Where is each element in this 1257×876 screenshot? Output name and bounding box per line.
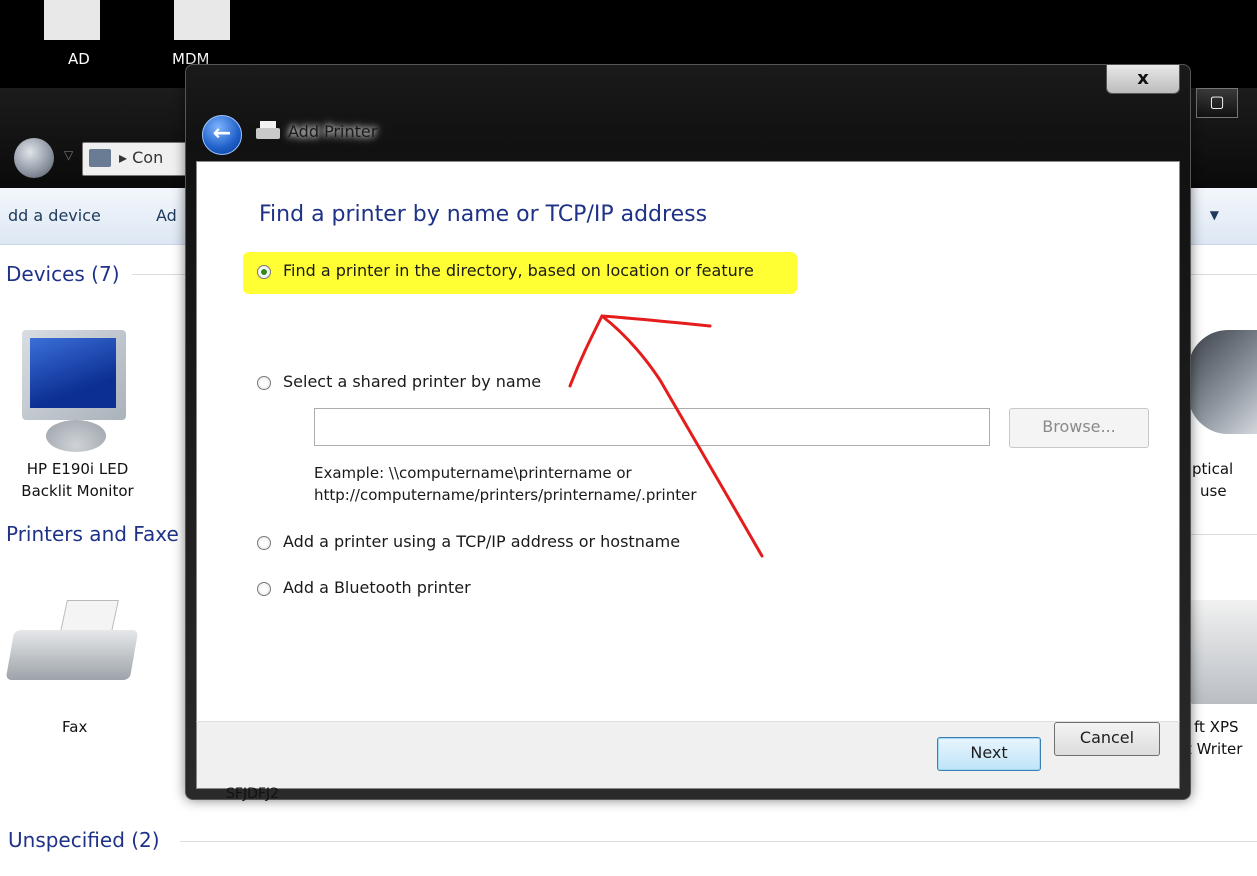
device-label-mouse[interactable]: ptical use: [1186, 458, 1257, 502]
device-label-xps[interactable]: ft XPS t Writer: [1186, 716, 1257, 760]
next-button[interactable]: Next: [937, 737, 1041, 771]
desktop-mdm-icon[interactable]: [174, 0, 230, 40]
optical-mouse-icon[interactable]: [1188, 330, 1257, 434]
monitor-stand-icon: [46, 420, 106, 452]
explorer-maximize-icon[interactable]: ▢: [1196, 88, 1238, 118]
cancel-button[interactable]: Cancel: [1054, 722, 1160, 756]
add-device-button[interactable]: dd a device: [8, 206, 101, 225]
radio-icon[interactable]: [257, 536, 271, 550]
explorer-address-bar[interactable]: ▸ Con: [82, 142, 194, 176]
example-text: Example: \\computername\printername or h…: [314, 464, 697, 504]
radio-icon[interactable]: [257, 582, 271, 596]
group-header-printers[interactable]: Printers and Faxe: [6, 522, 179, 546]
dialog-title: Add Printer: [288, 122, 378, 141]
group-divider: [132, 274, 192, 275]
xps-printer-icon[interactable]: [1186, 600, 1257, 704]
device-label-obscured: SFJDFJ2: [226, 786, 279, 802]
device-label-monitor[interactable]: HP E190i LED Backlit Monitor: [10, 458, 145, 502]
radio-icon[interactable]: [257, 376, 271, 390]
printer-icon: [256, 121, 280, 143]
back-arrow-icon[interactable]: ←: [202, 115, 242, 155]
group-header-devices[interactable]: Devices (7): [6, 262, 120, 286]
dialog-footer: Next Cancel: [196, 721, 1180, 789]
toolbar-dropdown-arrow-icon[interactable]: ▼: [1210, 208, 1219, 222]
group-divider: [1190, 534, 1257, 535]
recent-pages-caret-icon[interactable]: ▽: [64, 148, 73, 162]
desktop-ad-label: AD: [68, 50, 90, 68]
shared-printer-name-input[interactable]: [314, 408, 990, 446]
control-panel-icon: [89, 149, 111, 167]
explorer-back-icon[interactable]: [14, 138, 54, 178]
monitor-device-icon[interactable]: [22, 330, 126, 420]
group-header-unspecified[interactable]: Unspecified (2): [8, 828, 160, 852]
group-divider: [180, 841, 1257, 842]
breadcrumb-text: ▸ Con: [119, 148, 164, 167]
desktop-ad-icon[interactable]: [44, 0, 100, 40]
add-printer-dialog: x ← Add Printer Find a printer by name o…: [185, 64, 1191, 800]
close-button[interactable]: x: [1106, 65, 1180, 94]
group-divider: [1190, 274, 1257, 275]
device-label-fax[interactable]: Fax: [62, 716, 87, 738]
browse-button[interactable]: Browse...: [1009, 408, 1149, 448]
dialog-content: Find a printer by name or TCP/IP address…: [196, 161, 1180, 723]
radio-selected-icon[interactable]: [257, 265, 271, 279]
add-printer-button[interactable]: Ad: [156, 206, 177, 225]
fax-device-icon[interactable]: [5, 600, 140, 690]
page-title: Find a printer by name or TCP/IP address: [259, 202, 708, 227]
